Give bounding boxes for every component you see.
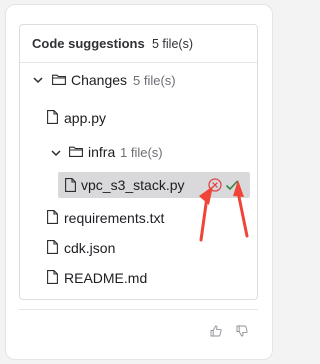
tree-item-readme-md[interactable]: README.md [64,270,147,286]
tree-item-changes-count: 5 file(s) [133,73,176,88]
chevron-down-icon[interactable] [51,148,61,158]
file-icon [47,210,58,224]
divider [19,309,258,310]
code-suggestions-card: Code suggestions 5 file(s) [19,24,258,300]
tree-item-vpc-s3-stack-label[interactable]: vpc_s3_stack.py [81,177,185,193]
tree-item-app-py[interactable]: app.py [64,110,106,126]
tree-item-changes-label[interactable]: Changes [71,72,127,88]
file-icon [47,110,58,124]
thumbs-down-icon[interactable] [236,325,248,337]
thumbs-up-icon[interactable] [210,325,222,337]
tree-item-infra-label[interactable]: infra [88,144,115,160]
file-icon [47,270,58,284]
folder-icon [52,74,66,85]
tree-item-requirements-txt[interactable]: requirements.txt [64,210,164,226]
chevron-down-icon[interactable] [33,75,43,85]
accept-check-icon[interactable] [225,179,239,191]
file-icon [47,240,58,254]
tree-item-infra-count: 1 file(s) [120,145,163,160]
card-file-count: 5 file(s) [152,37,193,51]
card-title: Code suggestions [32,36,145,51]
reject-circle-x-icon[interactable] [208,178,222,192]
folder-icon [69,146,83,157]
file-icon [65,178,76,192]
card-header: Code suggestions 5 file(s) [20,25,257,63]
tree-item-cdk-json[interactable]: cdk.json [64,240,115,256]
